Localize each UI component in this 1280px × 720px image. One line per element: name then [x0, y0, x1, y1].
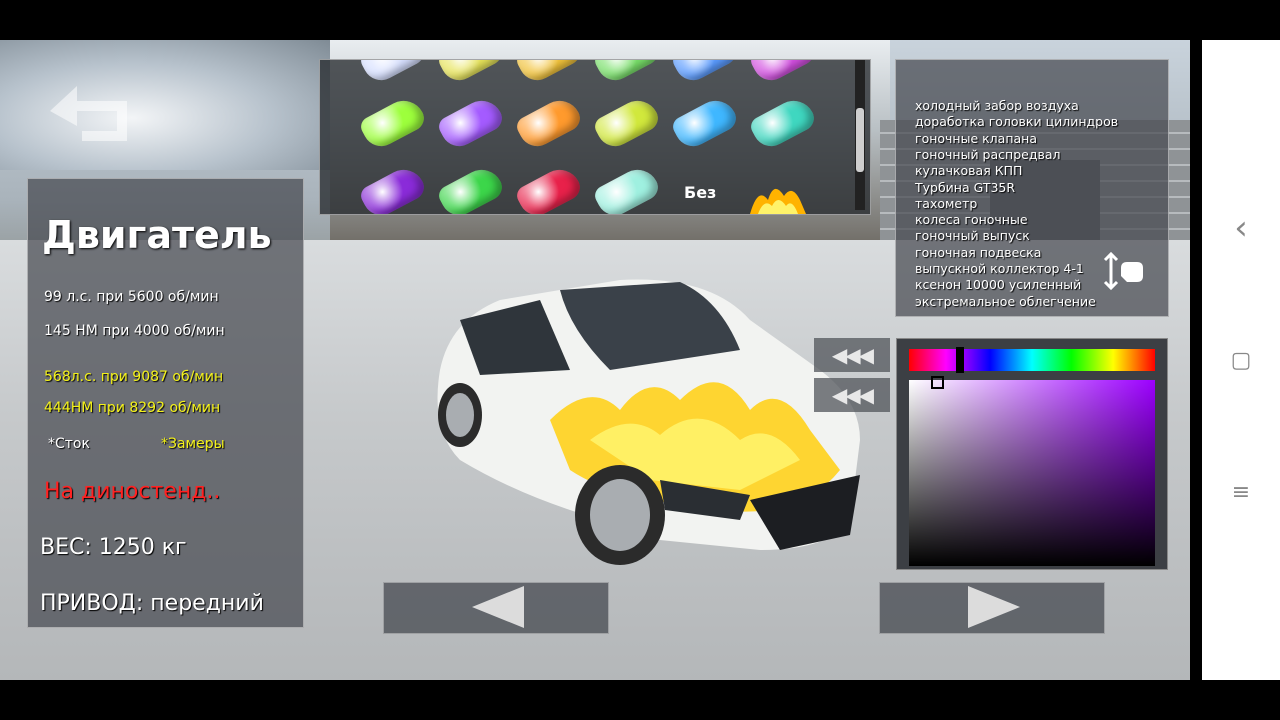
- paint-swatch[interactable]: [591, 93, 663, 153]
- rear-rim: [446, 393, 474, 437]
- nav-back-icon[interactable]: ‹: [1228, 211, 1254, 245]
- engine-title: Двигатель: [42, 213, 272, 257]
- drive-label: ПРИВОД: передний: [40, 591, 264, 616]
- upgrade-item: тахометр: [915, 195, 978, 211]
- paint-swatch[interactable]: [357, 93, 429, 153]
- paint-scrollbar[interactable]: [855, 60, 865, 210]
- no-vinyl-option[interactable]: Без: [684, 183, 716, 202]
- upgrade-item: гоночные клапана: [915, 130, 1037, 146]
- upgrade-item: кулачковая КПП: [915, 163, 1023, 179]
- upgrade-item: Турбина GT35R: [915, 179, 1016, 195]
- hue-slider[interactable]: [909, 349, 1155, 371]
- screen: Двигатель 99 л.с. при 5600 об/мин 145 НМ…: [0, 0, 1280, 720]
- stock-torque: 145 НМ при 4000 об/мин: [44, 323, 225, 339]
- upgrade-item: выпускной коллектор 4-1: [915, 261, 1084, 276]
- next-button[interactable]: [879, 582, 1105, 634]
- paint-swatch[interactable]: [747, 60, 819, 87]
- paint-swatch[interactable]: [513, 60, 585, 87]
- tuned-power: 568л.с. при 9087 об/мин: [44, 369, 224, 385]
- paint-swatch[interactable]: [669, 93, 741, 153]
- right-arrow-icon: [968, 586, 1020, 628]
- paint-swatch[interactable]: [513, 93, 585, 153]
- upgrade-item: доработка головки цилиндров: [915, 114, 1119, 130]
- back-arrow-icon[interactable]: [42, 76, 137, 146]
- upgrade-item: холодный забор воздуха: [915, 98, 1079, 113]
- upgrades-list: холодный забор воздуха доработка головки …: [895, 59, 1169, 317]
- upgrade-item: ксенон 10000 усиленный: [915, 277, 1082, 293]
- flame-vinyl-icon[interactable]: [748, 176, 808, 215]
- saturation-value-field[interactable]: [909, 380, 1155, 566]
- paint-swatch[interactable]: [357, 162, 429, 214]
- previous-button[interactable]: [383, 582, 609, 634]
- scroll-thumb[interactable]: [856, 108, 864, 172]
- tuned-torque: 444НМ при 8292 об/мин: [44, 400, 221, 416]
- upgrade-item: гоночный распредвал: [915, 146, 1061, 162]
- color-selector[interactable]: [931, 376, 944, 389]
- paint-swatch[interactable]: [591, 162, 663, 214]
- upgrade-item: гоночная подвеска: [915, 244, 1042, 260]
- upgrade-item: гоночный выпуск: [915, 228, 1030, 244]
- paint-swatch[interactable]: [591, 60, 663, 87]
- nav-menu-icon[interactable]: ≡: [1228, 480, 1254, 506]
- system-nav-bar: ‹ ▢ ≡: [1202, 40, 1280, 680]
- weight-label: ВЕС: 1250 кг: [40, 535, 187, 560]
- rewind-button-2[interactable]: ◀◀◀: [814, 378, 890, 412]
- paint-swatch[interactable]: [357, 60, 429, 87]
- dyno-button[interactable]: На диностенд..: [44, 479, 220, 504]
- paint-swatch[interactable]: [513, 162, 585, 214]
- engine-stats-panel: Двигатель 99 л.с. при 5600 об/мин 145 НМ…: [27, 178, 304, 628]
- color-picker: [896, 338, 1168, 570]
- drag-hand-icon[interactable]: [1103, 250, 1145, 292]
- paint-swatch[interactable]: [435, 93, 507, 153]
- left-arrow-icon: [472, 586, 524, 628]
- game-view: Двигатель 99 л.с. при 5600 об/мин 145 НМ…: [0, 40, 1190, 680]
- paint-selector: Без: [319, 59, 871, 215]
- paint-swatch[interactable]: [669, 60, 741, 87]
- upgrade-item: экстремальное облегчение: [915, 293, 1096, 309]
- hue-selector[interactable]: [956, 347, 964, 373]
- rewind-button-1[interactable]: ◀◀◀: [814, 338, 890, 372]
- car: [437, 279, 860, 565]
- measured-button[interactable]: *Замеры: [161, 436, 225, 452]
- front-rim: [590, 479, 650, 551]
- paint-swatch[interactable]: [435, 162, 507, 214]
- nav-home-icon[interactable]: ▢: [1228, 348, 1254, 374]
- paint-swatch[interactable]: [747, 93, 819, 153]
- stock-power: 99 л.с. при 5600 об/мин: [44, 289, 219, 305]
- stock-button[interactable]: *Сток: [48, 436, 90, 452]
- upgrade-item: колеса гоночные: [915, 212, 1028, 228]
- paint-swatch[interactable]: [435, 60, 507, 87]
